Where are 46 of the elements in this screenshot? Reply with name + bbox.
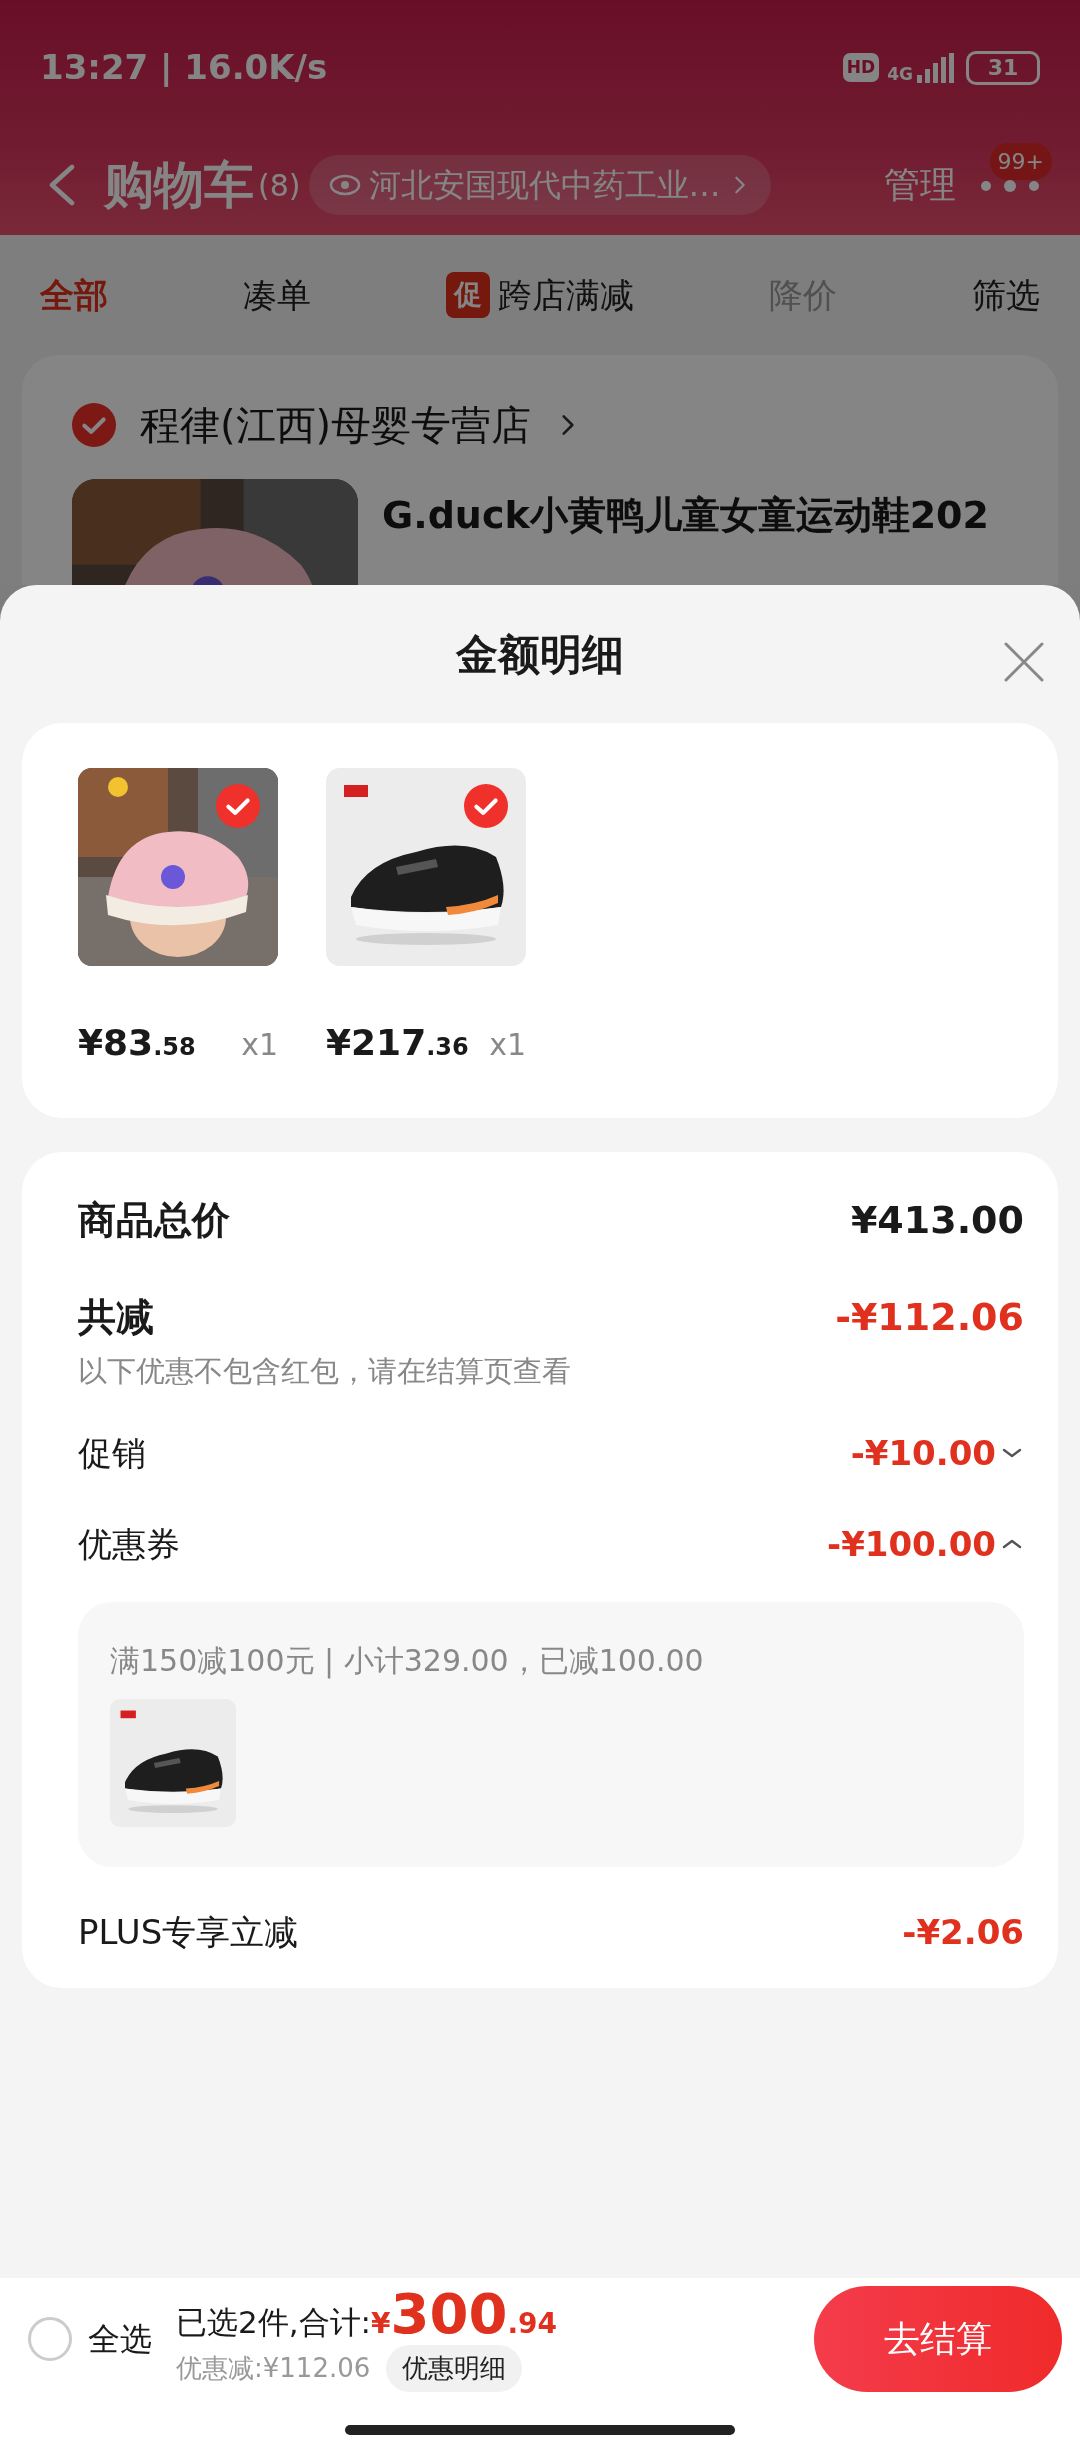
network-label: 4G	[887, 65, 913, 83]
total-amount: ¥300.94	[371, 2285, 558, 2345]
discount-line-label: 优惠券	[78, 1522, 180, 1566]
tab-label: 跨店满减	[498, 273, 634, 317]
select-all-radio[interactable]	[28, 2317, 72, 2361]
eye-icon	[328, 173, 361, 197]
discount-line-label: PLUS专享立减	[78, 1910, 299, 1954]
saved-amount: 优惠减:¥112.06	[176, 2352, 371, 2386]
selected-summary: 已选2件,合计:	[176, 2302, 372, 2342]
checkout-button[interactable]: 去结算	[814, 2286, 1062, 2392]
notification-badge: 99+	[989, 143, 1052, 180]
manage-button[interactable]: 管理	[884, 158, 956, 212]
item-count: (8)	[258, 166, 301, 205]
filter-tab[interactable]: 促 跨店满减	[446, 269, 634, 321]
item-price: ¥217.36	[326, 1021, 469, 1065]
filter-tab[interactable]: 全部	[40, 269, 108, 321]
discount-line-value: -¥100.00	[827, 1522, 996, 1566]
discount-line-value: -¥2.06	[902, 1910, 1024, 1954]
sheet-title: 金额明细	[456, 628, 624, 681]
discount-note: 以下优惠不包含红包，请在结算页查看	[78, 1353, 572, 1390]
checkbox[interactable]	[216, 784, 260, 828]
promo-tag: 促	[446, 272, 490, 318]
battery-indicator: 31	[966, 50, 1040, 85]
status-time: 13:27 | 16.0K/s	[40, 46, 328, 89]
discount-detail-button[interactable]: 优惠明细	[386, 2345, 523, 2393]
discount-label: 共减	[78, 1294, 154, 1341]
filter-tab[interactable]: 筛选	[972, 269, 1040, 321]
hd-indicator: HD	[842, 52, 880, 83]
coupon-detail-text: 满150减100元 | 小计329.00，已减100.00	[110, 1641, 705, 1681]
discount-line-label: 促销	[78, 1431, 146, 1475]
store-name[interactable]: 程律(江西)母婴专营店	[140, 395, 532, 455]
select-all-label: 全选	[88, 2319, 152, 2360]
item-price: ¥83.58	[78, 1021, 196, 1065]
item-quantity: x1	[489, 1026, 526, 1064]
product-title[interactable]: G.duck小黄鸭儿童女童运动鞋202	[382, 479, 989, 585]
total-label: 商品总价	[78, 1197, 230, 1244]
address-text: 河北安国现代中药工业…	[368, 165, 721, 206]
signal-icon	[917, 52, 954, 83]
checkbox[interactable]	[72, 403, 116, 447]
filter-tab[interactable]: 凑单	[243, 269, 311, 321]
discount-line-value: -¥10.00	[850, 1431, 996, 1475]
total-value: ¥413.00	[850, 1197, 1024, 1244]
checkbox[interactable]	[464, 784, 508, 828]
discount-value: -¥112.06	[835, 1294, 1024, 1341]
item-quantity: x1	[241, 1026, 278, 1064]
page-title: 购物车	[104, 154, 254, 216]
